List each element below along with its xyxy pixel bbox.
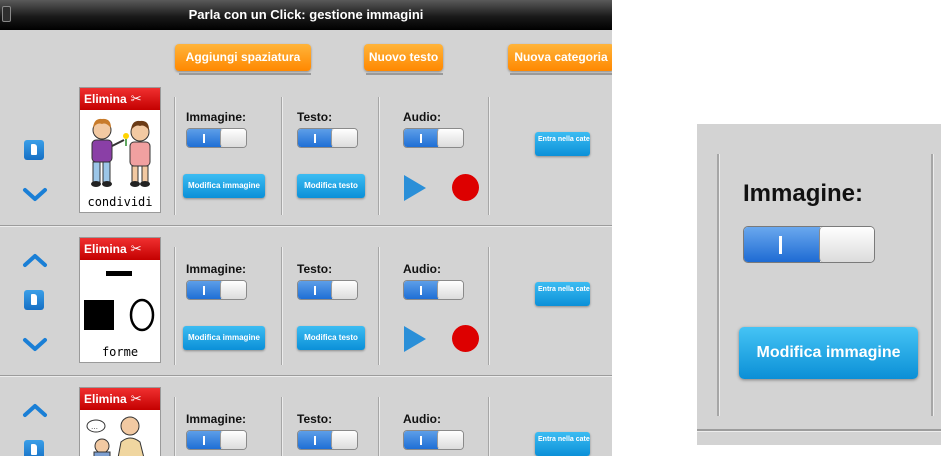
enter-category-button[interactable]: Entra nella categoria: [535, 132, 590, 156]
image-management-app: Parla con un Click: gestione immagini Ag…: [0, 0, 612, 456]
button-shelf: [510, 73, 612, 75]
new-category-button[interactable]: Nuova categoria: [508, 44, 612, 71]
people-talking-picture: …: [86, 416, 145, 456]
play-icon[interactable]: [404, 175, 426, 201]
edit-text-button[interactable]: Modifica testo: [297, 174, 365, 198]
audio-toggle[interactable]: [403, 280, 464, 300]
shapes-picture: [84, 271, 155, 332]
image-label: Immagine:: [186, 110, 247, 124]
image-label: Immagine:: [186, 412, 247, 426]
column-separator: [174, 97, 176, 215]
text-label: Testo:: [297, 262, 333, 276]
audio-label: Audio:: [403, 110, 441, 124]
audio-label: Audio:: [403, 412, 441, 426]
pictogram-card: Elimina ✂ condividi: [79, 87, 161, 213]
card-caption: condividi: [87, 195, 153, 209]
play-icon[interactable]: [404, 326, 426, 352]
scissors-icon: ✂: [130, 391, 142, 406]
image-toggle[interactable]: [743, 226, 875, 263]
image-toggle[interactable]: [186, 280, 247, 300]
column-separator: [488, 97, 490, 215]
button-shelf: [179, 73, 311, 75]
edit-image-button[interactable]: Modifica immagine: [183, 174, 265, 198]
screenshot-canvas: Parla con un Click: gestione immagini Ag…: [0, 0, 941, 456]
delete-label: Elimina: [84, 392, 127, 406]
image-label: Immagine:: [186, 262, 247, 276]
column-separator: [488, 397, 490, 456]
chevron-down-icon[interactable]: [22, 337, 48, 353]
document-icon[interactable]: [24, 440, 44, 456]
chevron-down-icon[interactable]: [22, 187, 48, 203]
add-spacing-button[interactable]: Aggiungi spaziatura: [175, 44, 311, 71]
image-toggle[interactable]: [186, 430, 247, 450]
edit-image-button[interactable]: Modifica immagine: [183, 326, 265, 350]
column-separator: [281, 247, 283, 365]
text-label: Testo:: [297, 110, 333, 124]
enter-category-button[interactable]: Entra nella categoria: [535, 432, 590, 456]
column-separator: [488, 247, 490, 365]
text-toggle[interactable]: [297, 430, 358, 450]
chevron-up-icon[interactable]: [22, 252, 48, 268]
edit-text-button[interactable]: Modifica testo: [297, 326, 365, 350]
text-label: Testo:: [297, 412, 333, 426]
delete-button[interactable]: Elimina ✂: [80, 88, 160, 110]
zoomed-detail-panel: Immagine: Modifica immagine: [697, 124, 941, 445]
window-title: Parla con un Click: gestione immagini: [188, 7, 424, 22]
image-toggle[interactable]: [186, 128, 247, 148]
column-separator: [931, 154, 934, 416]
title-bar: Parla con un Click: gestione immagini: [0, 0, 612, 30]
column-separator: [717, 154, 720, 416]
card-caption: forme: [101, 345, 139, 359]
row-separator: [0, 225, 612, 227]
edit-image-button[interactable]: Modifica immagine: [739, 327, 918, 379]
delete-label: Elimina: [84, 92, 127, 106]
document-icon[interactable]: [24, 290, 44, 310]
column-separator: [378, 97, 380, 215]
text-toggle[interactable]: [297, 280, 358, 300]
column-separator: [378, 397, 380, 456]
record-icon[interactable]: [452, 174, 479, 201]
audio-toggle[interactable]: [403, 128, 464, 148]
button-shelf: [366, 73, 443, 75]
column-separator: [378, 247, 380, 365]
column-separator: [174, 397, 176, 456]
new-text-button[interactable]: Nuovo testo: [364, 44, 443, 71]
audio-label: Audio:: [403, 262, 441, 276]
children-sharing-picture: [91, 118, 151, 187]
row-separator: [0, 375, 612, 377]
delete-label: Elimina: [84, 242, 127, 256]
pictogram-card: Elimina ✂ forme: [79, 237, 161, 363]
text-toggle[interactable]: [297, 128, 358, 148]
row-separator: [697, 429, 941, 432]
chevron-up-icon[interactable]: [22, 402, 48, 418]
record-icon[interactable]: [452, 325, 479, 352]
scissors-icon: ✂: [130, 91, 142, 106]
delete-button[interactable]: Elimina ✂: [80, 388, 160, 410]
column-separator: [281, 97, 283, 215]
image-label: Immagine:: [743, 180, 864, 207]
document-icon[interactable]: [24, 140, 44, 160]
svg-text:…: …: [91, 423, 98, 431]
delete-button[interactable]: Elimina ✂: [80, 238, 160, 260]
audio-toggle[interactable]: [403, 430, 464, 450]
app-icon: [2, 6, 11, 22]
scissors-icon: ✂: [130, 241, 142, 256]
column-separator: [281, 397, 283, 456]
pictogram-card: Elimina ✂ …: [79, 387, 161, 456]
column-separator: [174, 247, 176, 365]
enter-category-button[interactable]: Entra nella categoria: [535, 282, 590, 306]
